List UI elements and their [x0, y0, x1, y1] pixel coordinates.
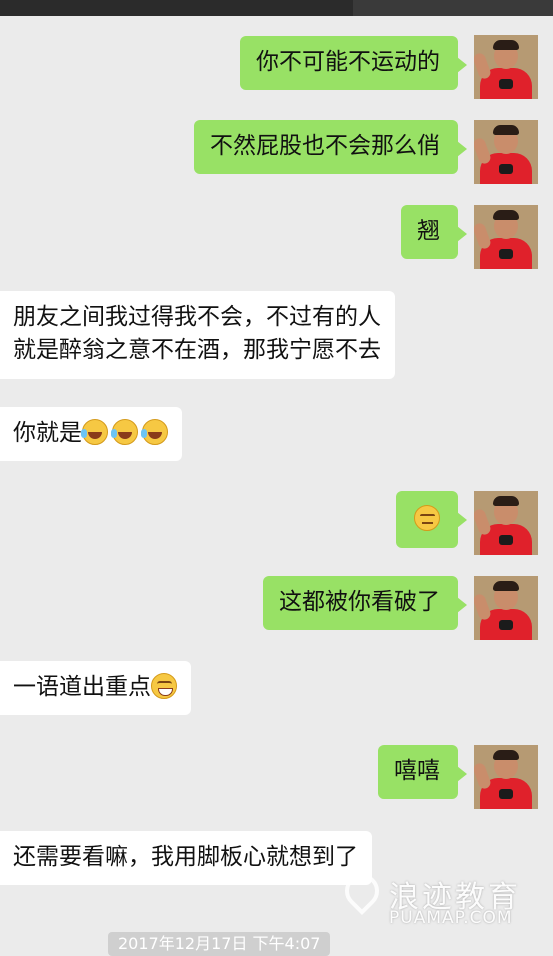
laughing-crying-emoji-icon	[81, 419, 108, 445]
message-row-incoming: 一语道出重点	[0, 661, 553, 723]
message-bubble[interactable]: 朋友之间我过得我不会，不过有的人 就是醉翁之意不在酒，那我宁愿不去	[0, 291, 395, 379]
message-bubble[interactable]: 你不可能不运动的	[240, 36, 467, 91]
message-bubble[interactable]: 嘻嘻	[378, 745, 467, 800]
message-text: 不然屁股也不会那么俏	[210, 133, 440, 159]
message-bubble[interactable]: 一语道出重点	[0, 661, 191, 716]
watermark-logo: 浪迹教育 PUAMAP.COM	[337, 866, 545, 932]
message-bubble[interactable]: 这都被你看破了	[263, 576, 467, 631]
message-bubble[interactable]: 翘	[401, 205, 467, 260]
unamused-emoji-icon	[414, 505, 440, 531]
message-text-line: 朋友之间我过得我不会，不过有的人	[13, 304, 381, 330]
message-bubble[interactable]: 你就是	[0, 407, 182, 462]
message-text: 还需要看嘛，我用脚板心就想到了	[13, 844, 358, 870]
message-row-incoming: 你就是	[0, 407, 553, 469]
avatar[interactable]	[474, 120, 538, 184]
avatar[interactable]	[474, 491, 538, 555]
grinning-smile-emoji-icon	[151, 673, 177, 699]
status-bar	[0, 0, 553, 16]
message-row-outgoing: 翘	[0, 205, 553, 271]
message-row-incoming: 朋友之间我过得我不会，不过有的人 就是醉翁之意不在酒，那我宁愿不去	[0, 291, 553, 385]
message-row-outgoing: 不然屁股也不会那么俏	[0, 120, 553, 186]
message-text: 嘻嘻	[394, 758, 440, 784]
message-row-outgoing: 嘻嘻	[0, 745, 553, 811]
avatar[interactable]	[474, 35, 538, 99]
watermark-text-en: PUAMAP.COM	[389, 908, 513, 928]
map-pin-icon	[337, 866, 387, 916]
message-bubble[interactable]: 还需要看嘛，我用脚板心就想到了	[0, 831, 372, 886]
message-row-outgoing: 这都被你看破了	[0, 576, 553, 642]
message-text: 你就是	[13, 420, 82, 446]
message-bubble[interactable]: 不然屁股也不会那么俏	[194, 120, 467, 175]
message-text: 翘	[417, 218, 440, 244]
avatar[interactable]	[474, 745, 538, 809]
message-row-outgoing: 你不可能不运动的	[0, 34, 553, 100]
message-bubble[interactable]	[396, 491, 467, 549]
message-text: 你不可能不运动的	[256, 49, 440, 75]
laughing-crying-emoji-icon	[141, 419, 168, 445]
message-row-outgoing	[0, 491, 553, 557]
avatar[interactable]	[474, 576, 538, 640]
timestamp: 2017年12月17日 下午4:07	[108, 932, 331, 956]
message-text: 这都被你看破了	[279, 589, 440, 615]
message-text: 一语道出重点	[13, 674, 151, 700]
laughing-crying-emoji-icon	[111, 419, 138, 445]
avatar[interactable]	[474, 205, 538, 269]
message-text-line: 就是醉翁之意不在酒，那我宁愿不去	[13, 337, 381, 364]
